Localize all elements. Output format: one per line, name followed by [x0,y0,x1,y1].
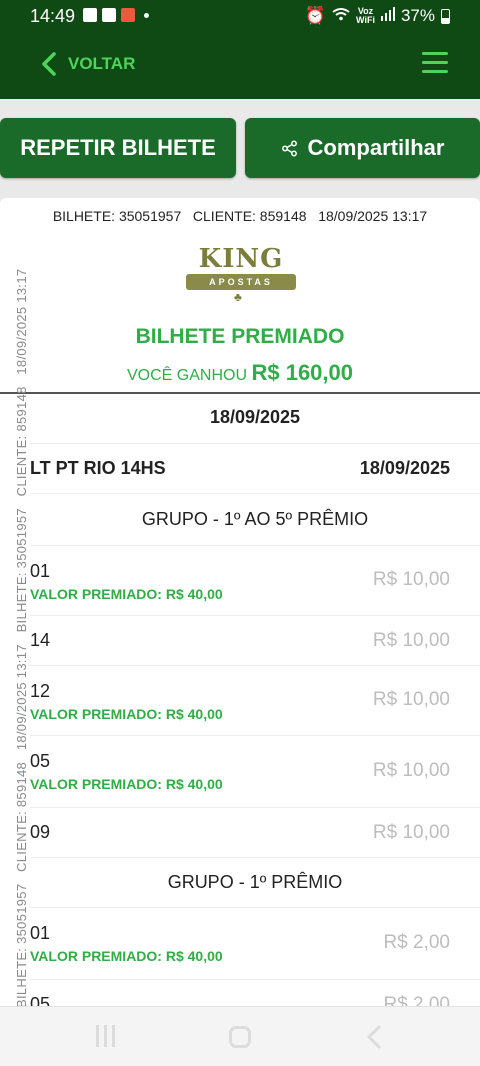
image-icon [83,8,97,22]
status-bar: 14:49 ⏰ Voz WiFi 37% [0,0,480,32]
winnings-label: VOCÊ GANHOU [127,367,248,384]
notification-icons [83,8,149,22]
ticket-date: 18/09/2025 [209,407,301,427]
app-header: VOLTAR [0,32,480,99]
bet-row: 01 VALOR PREMIADO: R$ 40,00 R$ 10,00 [30,546,480,616]
winnings-line: VOCÊ GANHOU R$ 160,00 [0,360,480,386]
group-title: GRUPO - 1º PRÊMIO [167,872,343,892]
bet-value: R$ 10,00 [372,822,450,843]
share-icon [281,140,297,156]
group-header: GRUPO - 1º AO 5º PRÊMIO [30,494,480,546]
bet-row: 14 R$ 10,00 [30,616,480,666]
lottery-row: LT PT RIO 14HS 18/09/2025 [30,444,480,494]
logo-word: KING [198,244,284,274]
app-red-icon [121,8,135,22]
home-icon[interactable] [229,1026,251,1048]
bet-row: 09 R$ 10,00 [30,808,480,858]
battery-icon [441,8,450,24]
side-watermark-text: BILHETE: 35051957 CLIENTE: 859148 18/09/… [14,268,29,1008]
ticket-actions: REPETIR BILHETE Compartilhar [0,118,480,180]
voz-wifi-indicator: Voz WiFi [356,7,375,25]
bet-row: 05 VALOR PREMIADO: R$ 40,00 R$ 10,00 [30,736,480,808]
more-notifications-dot-icon [144,12,149,18]
winnings-amount: R$ 160,00 [251,360,353,385]
bet-value: R$ 10,00 [372,760,450,781]
pdf-icon [102,8,116,22]
clover-icon: ♣ [234,290,242,304]
repeat-ticket-label: REPETIR BILHETE [20,135,216,160]
bet-row: 12 VALOR PREMIADO: R$ 40,00 R$ 10,00 [30,666,480,736]
system-back-icon[interactable] [366,1025,382,1054]
recent-apps-icon[interactable] [96,1025,115,1047]
ticket-header: BILHETE: 35051957 CLIENTE: 859148 18/09/… [52,208,428,224]
share-button[interactable]: Compartilhar [245,118,480,178]
king-apostas-logo: KING APOSTAS ♣ [186,244,296,304]
battery-level: 37% [400,6,435,25]
system-nav-bar [0,1006,480,1066]
hamburger-menu-icon[interactable] [422,52,448,74]
lottery-date: 18/09/2025 [359,458,450,478]
group-header: GRUPO - 1º PRÊMIO [30,858,480,908]
bet-value: R$ 2,00 [383,932,450,953]
chevron-left-icon [42,52,56,76]
wifi-icon [332,6,350,26]
lottery-name: LT PT RIO 14HS [30,458,166,478]
back-label: VOLTAR [68,54,136,73]
share-label: Compartilhar [307,135,445,160]
ticket-date-header: 18/09/2025 [30,394,480,444]
repeat-ticket-button[interactable]: REPETIR BILHETE [0,118,236,178]
ticket-status-title: BILHETE PREMIADO [135,325,345,348]
bet-value: R$ 10,00 [372,689,450,710]
group-title: GRUPO - 1º AO 5º PRÊMIO [141,509,369,529]
status-right: ⏰ Voz WiFi 37% [305,6,450,26]
bet-value: R$ 10,00 [372,569,450,590]
side-watermark: BILHETE: 35051957 CLIENTE: 859148 18/09/… [14,269,29,1020]
signal-icon [380,6,395,26]
alarm-icon: ⏰ [304,6,327,25]
ticket-card: BILHETE: 35051957 CLIENTE: 859148 18/09/… [0,198,480,1020]
status-time: 14:49 [30,6,76,26]
wifi-label: WiFi [356,15,375,25]
back-button[interactable]: VOLTAR [40,52,135,76]
logo-ribbon: APOSTAS [186,274,296,290]
bet-row: 01 VALOR PREMIADO: R$ 40,00 R$ 2,00 [30,908,480,980]
bet-value: R$ 10,00 [372,630,450,651]
